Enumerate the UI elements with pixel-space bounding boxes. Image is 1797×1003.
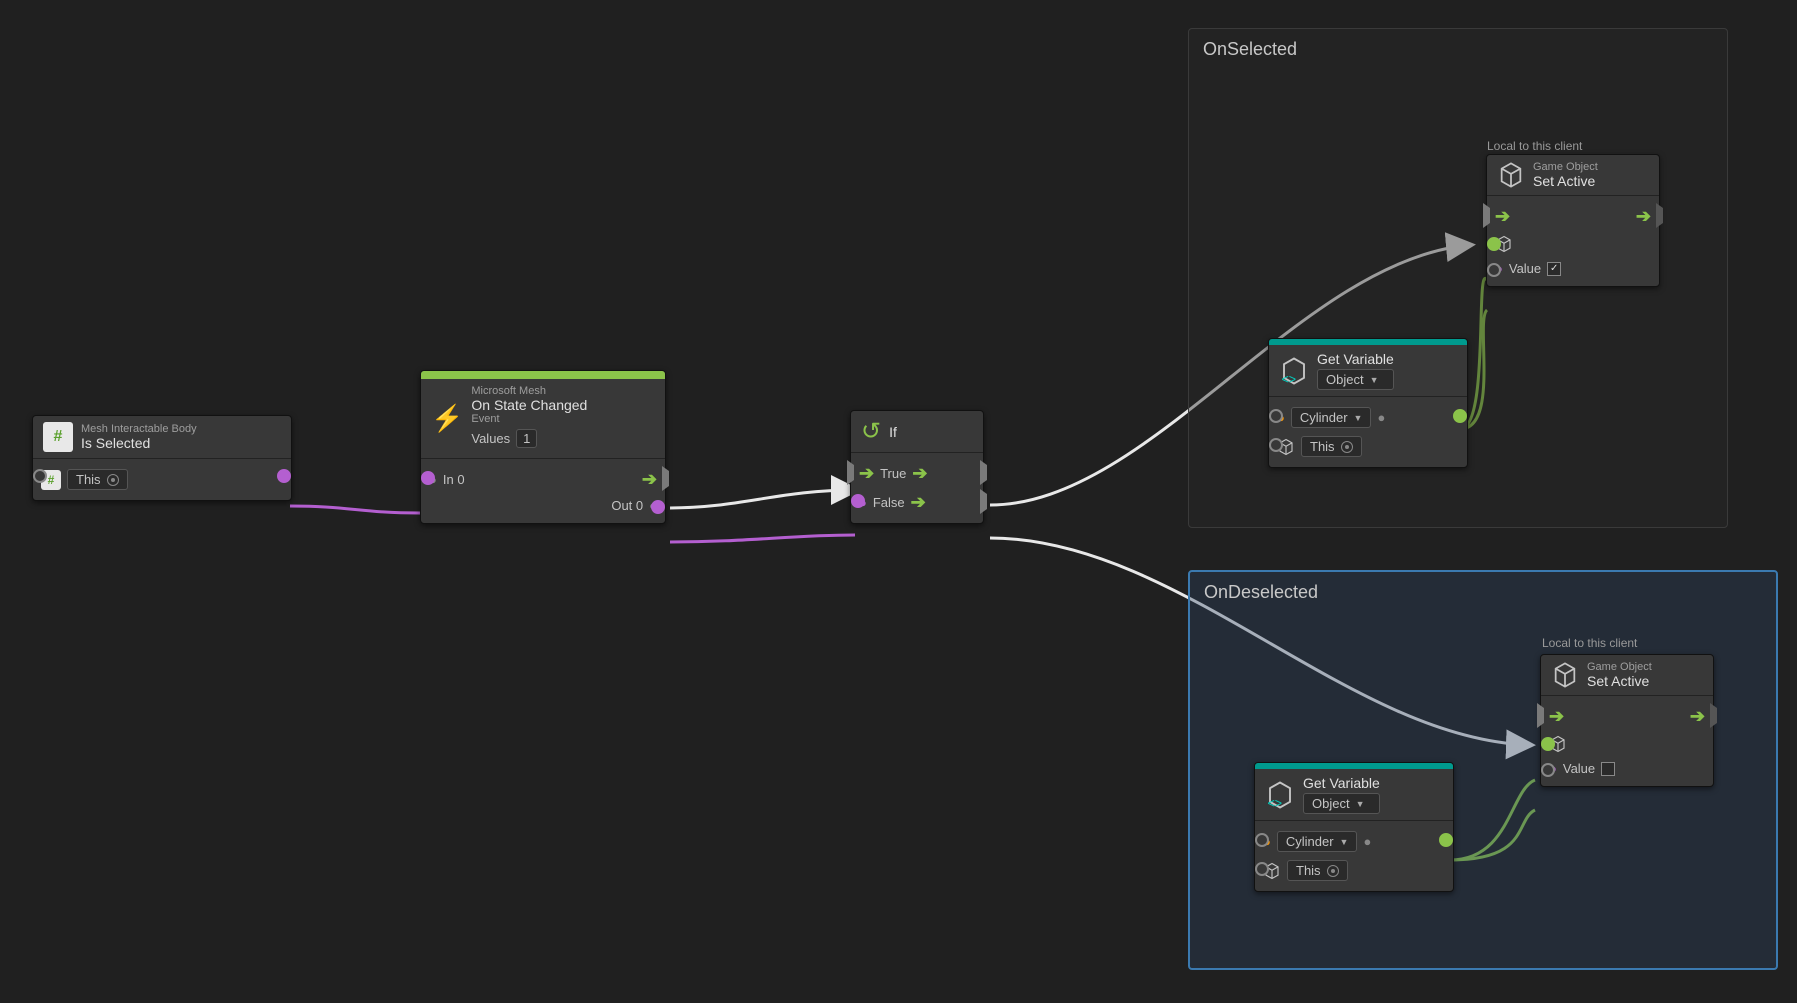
node-category: Game Object — [1587, 661, 1652, 673]
node-title: Is Selected — [81, 435, 197, 451]
group-ondeselected-title: OnDeselected — [1190, 572, 1776, 613]
svg-text:<>: <> — [1268, 796, 1283, 810]
values-label: Values — [471, 431, 510, 446]
input-port[interactable] — [33, 469, 47, 483]
node-if[interactable]: ↺ If ➔ True ➔ ● False ➔ — [850, 410, 984, 524]
flow-out-port[interactable] — [662, 471, 669, 486]
scope-label: Local to this client — [1542, 636, 1637, 650]
bolt-icon: ⚡ — [431, 403, 463, 434]
obj-port[interactable] — [1541, 737, 1555, 751]
target-icon — [1341, 441, 1353, 453]
flow-arrow-icon: ➔ — [1549, 706, 1564, 727]
true-label: True — [880, 466, 906, 481]
kind-label: Object — [1312, 796, 1350, 811]
kind-label: Object — [1326, 372, 1364, 387]
flow-arrow-icon: ➔ — [1636, 206, 1651, 227]
flow-out-icon: ➔ — [642, 469, 657, 490]
this-label: This — [76, 472, 101, 487]
target-icon — [1327, 865, 1339, 877]
node-subtitle: Mesh Interactable Body — [81, 423, 197, 435]
getvar-icon: <> — [1279, 356, 1309, 386]
node-on-state-changed[interactable]: ⚡ Microsoft Mesh On State Changed Event … — [420, 370, 666, 524]
this-label: This — [1310, 439, 1335, 454]
this-label: This — [1296, 863, 1321, 878]
value-port[interactable] — [1487, 263, 1501, 277]
event-label: Event — [471, 413, 587, 425]
node-title: On State Changed — [471, 397, 587, 413]
hash-icon: # — [43, 422, 73, 452]
in0-port[interactable] — [421, 471, 435, 485]
chevron-down-icon: ▼ — [1370, 375, 1379, 385]
values-count: 1 — [523, 431, 530, 446]
condition-port[interactable] — [851, 494, 865, 508]
this-dropdown[interactable]: This — [1287, 860, 1348, 881]
value-port[interactable] — [1541, 763, 1555, 777]
input-port[interactable] — [1255, 833, 1269, 847]
flow-arrow-icon: ➔ — [859, 463, 874, 484]
kind-dropdown[interactable]: Object ▼ — [1303, 793, 1380, 814]
out0-port[interactable] — [651, 500, 665, 514]
flow-in-port[interactable] — [847, 465, 854, 480]
flow-out-port[interactable] — [1656, 208, 1663, 223]
in0-label: In 0 — [443, 472, 465, 487]
chevron-down-icon: ▼ — [1354, 413, 1363, 423]
flow-arrow-icon: ➔ — [911, 492, 926, 513]
value-label: Value — [1509, 261, 1541, 276]
output-port[interactable] — [1453, 409, 1467, 423]
cube-icon — [1551, 661, 1579, 689]
cube-icon — [1497, 161, 1525, 189]
value-checkbox[interactable]: ✓ — [1547, 262, 1561, 276]
flow-arrow-icon: ➔ — [1690, 706, 1705, 727]
variable-label: Cylinder — [1300, 410, 1348, 425]
scope-label: Local to this client — [1487, 139, 1582, 153]
flow-out-port[interactable] — [1710, 708, 1717, 723]
this-dropdown[interactable]: This — [1301, 436, 1362, 457]
getvar-title: Get Variable — [1317, 351, 1394, 367]
node-title: Set Active — [1533, 173, 1598, 189]
node-set-active-1[interactable]: Game Object Set Active ➔ ➔ ● Value ✓ — [1486, 154, 1660, 287]
variable-dropdown[interactable]: Cylinder ▼ — [1277, 831, 1358, 852]
node-subtitle: Microsoft Mesh — [471, 385, 587, 397]
flow-in-port[interactable] — [1537, 708, 1544, 723]
false-out-port[interactable] — [980, 494, 987, 509]
obj-port[interactable] — [1487, 237, 1501, 251]
group-onselected-title: OnSelected — [1189, 29, 1727, 70]
false-label: False — [873, 495, 905, 510]
node-set-active-2[interactable]: Game Object Set Active ➔ ➔ ● Value — [1540, 654, 1714, 787]
values-count-field[interactable]: 1 — [516, 429, 537, 448]
branch-icon: ↺ — [861, 417, 881, 446]
node-get-variable-1[interactable]: <> Get Variable Object ▼ ● Cylinder ▼ ● … — [1268, 338, 1468, 468]
value-checkbox[interactable] — [1601, 762, 1615, 776]
out0-label: Out 0 — [611, 498, 643, 513]
node-title: Set Active — [1587, 673, 1652, 689]
svg-text:<>: <> — [1282, 372, 1297, 386]
node-category: Game Object — [1533, 161, 1598, 173]
output-port[interactable] — [1439, 833, 1453, 847]
input-port[interactable] — [1269, 409, 1283, 423]
flow-arrow-icon: ➔ — [912, 463, 927, 484]
value-label: Value — [1563, 761, 1595, 776]
this-dropdown[interactable]: This — [67, 469, 128, 490]
getvar-icon: <> — [1265, 780, 1295, 810]
flow-in-port[interactable] — [1483, 208, 1490, 223]
kind-dropdown[interactable]: Object ▼ — [1317, 369, 1394, 390]
target-icon — [107, 474, 119, 486]
variable-label: Cylinder — [1286, 834, 1334, 849]
chevron-down-icon: ▼ — [1356, 799, 1365, 809]
node-get-variable-2[interactable]: <> Get Variable Object ▼ ● Cylinder ▼ ● … — [1254, 762, 1454, 892]
input-port-2[interactable] — [1255, 862, 1269, 876]
input-port-2[interactable] — [1269, 438, 1283, 452]
getvar-title: Get Variable — [1303, 775, 1380, 791]
chevron-down-icon: ▼ — [1340, 837, 1349, 847]
variable-dropdown[interactable]: Cylinder ▼ — [1291, 407, 1372, 428]
output-port[interactable] — [277, 469, 291, 483]
if-title: If — [889, 424, 897, 440]
node-is-selected[interactable]: # Mesh Interactable Body Is Selected # T… — [32, 415, 292, 501]
flow-arrow-icon: ➔ — [1495, 206, 1510, 227]
true-out-port[interactable] — [980, 465, 987, 480]
